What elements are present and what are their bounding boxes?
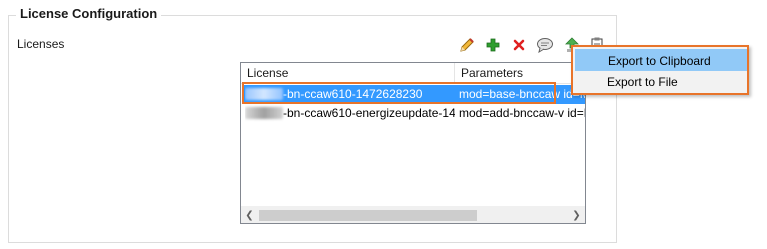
x-icon <box>513 39 525 51</box>
list-header: License Parameters <box>241 63 585 84</box>
scrollbar-thumb[interactable] <box>259 210 477 221</box>
menu-item-export-file[interactable]: Export to File <box>575 71 747 93</box>
comment-icon <box>537 38 553 53</box>
group-title: License Configuration <box>16 6 162 22</box>
plus-icon <box>486 38 500 52</box>
pencil-icon <box>460 38 474 52</box>
highlight-outline <box>242 82 556 104</box>
export-menu: Export to Clipboard Export to File <box>571 45 749 95</box>
comment-button[interactable] <box>534 35 556 55</box>
scroll-left-icon[interactable]: ❮ <box>241 207 258 223</box>
add-button[interactable] <box>482 35 504 55</box>
redacted-text <box>245 106 283 119</box>
licenses-label: Licenses <box>17 37 65 51</box>
table-row[interactable]: -bn-ccaw610-energizeupdate-14... mod=add… <box>243 104 585 123</box>
delete-button[interactable] <box>508 35 530 55</box>
edit-button[interactable] <box>456 35 478 55</box>
column-header-license[interactable]: License <box>241 63 455 84</box>
scroll-right-icon[interactable]: ❯ <box>568 207 585 223</box>
horizontal-scrollbar[interactable]: ❮ ❯ <box>241 206 585 223</box>
license-value: -bn-ccaw610-energizeupdate-14... <box>283 106 455 120</box>
license-cell: -bn-ccaw610-energizeupdate-14... <box>245 104 455 123</box>
column-header-parameters[interactable]: Parameters <box>455 63 585 84</box>
params-cell: mod=add-bnccaw-v id=M/ <box>459 106 585 120</box>
menu-item-export-clipboard[interactable]: Export to Clipboard <box>575 49 747 71</box>
